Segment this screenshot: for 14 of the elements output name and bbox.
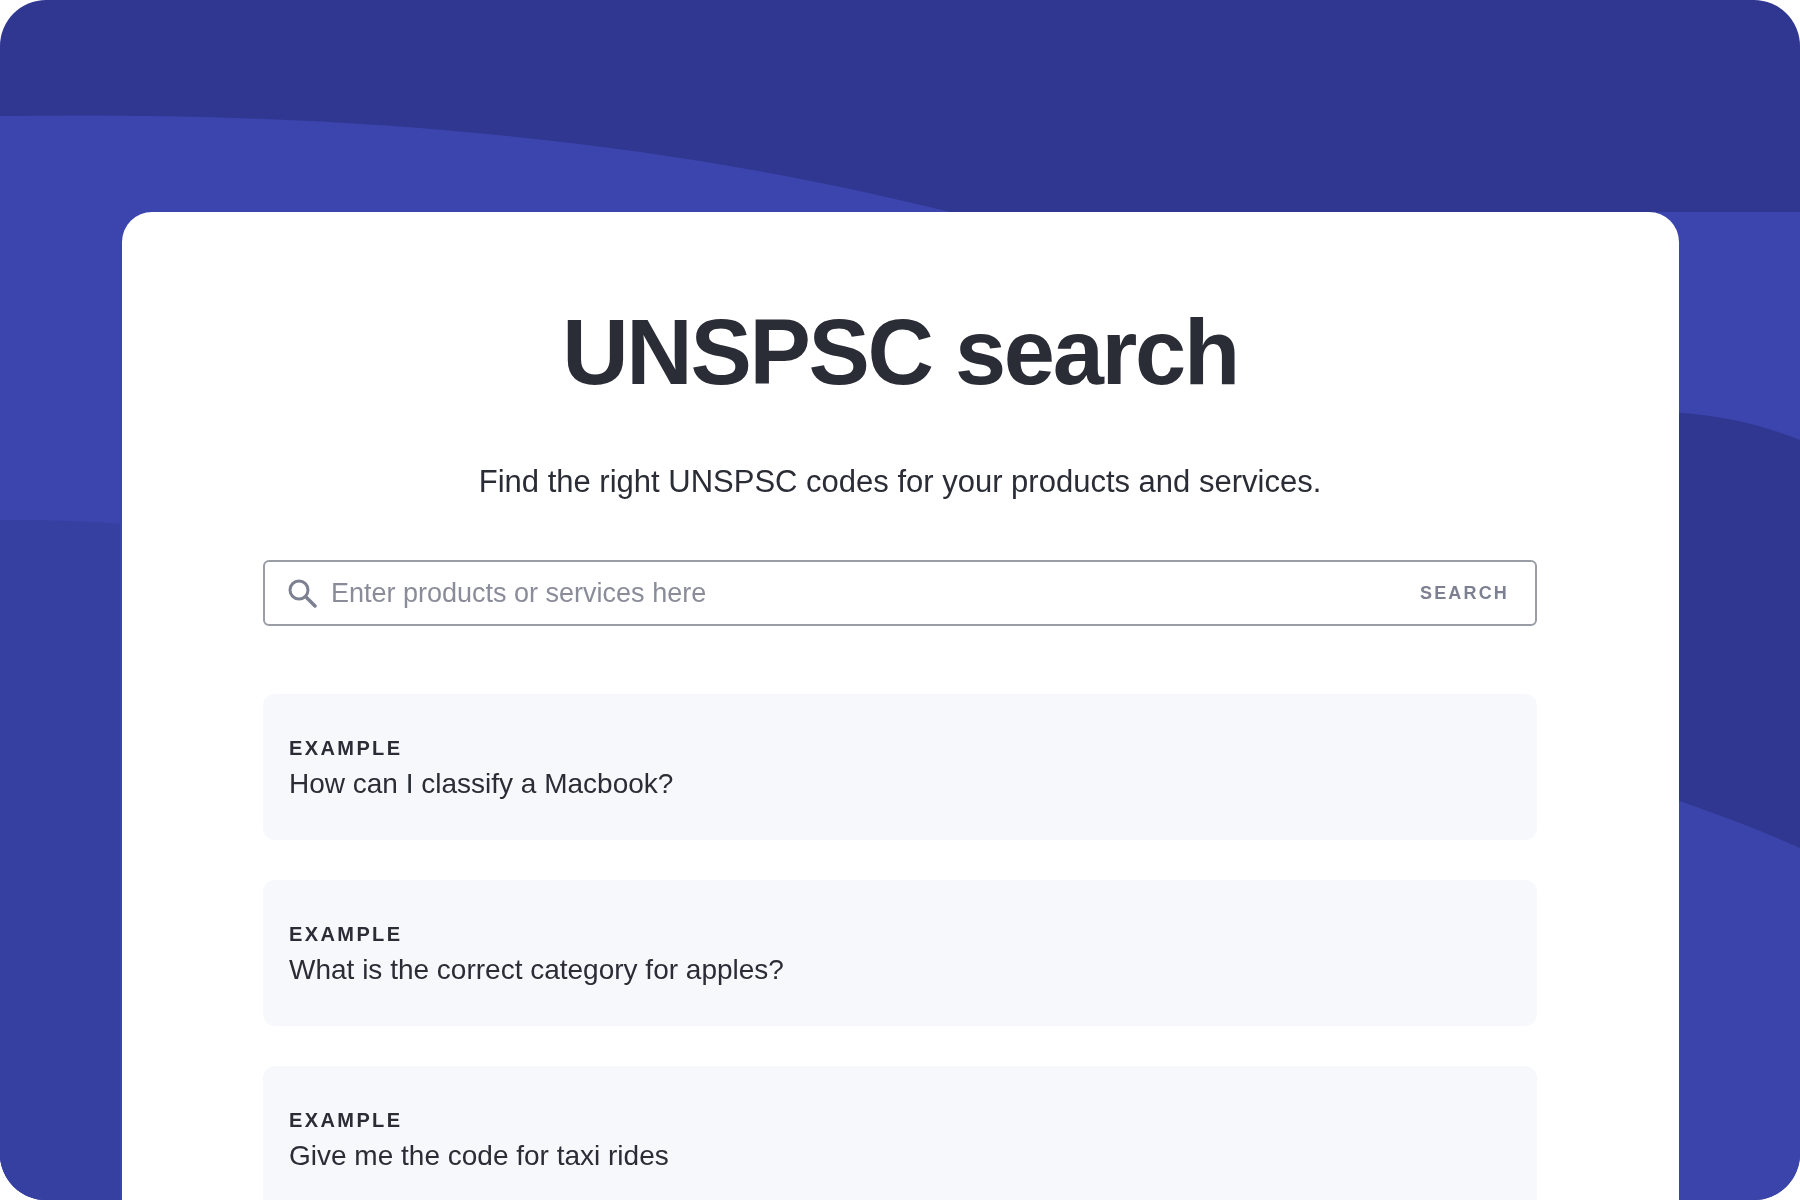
example-question: How can I classify a Macbook?	[289, 767, 674, 801]
example-label: EXAMPLE	[289, 736, 403, 760]
page-title: UNSPSC search	[562, 302, 1238, 402]
example-card[interactable]: EXAMPLE How can I classify a Macbook?	[263, 694, 1537, 840]
subtitle-text: Find the right UNSPSC codes for your products and services.	[478, 463, 1322, 501]
search-icon	[287, 578, 317, 608]
example-label: EXAMPLE	[289, 922, 403, 946]
example-card[interactable]: EXAMPLE What is the correct category for apples?	[263, 880, 1537, 1026]
example-question: What is the correct category for apples?	[289, 953, 784, 987]
example-card[interactable]: EXAMPLE Give me the code for taxi rides	[263, 1066, 1537, 1200]
search-field[interactable]: Enter products or services here SEARCH	[263, 560, 1537, 626]
example-label: EXAMPLE	[289, 1108, 403, 1132]
search-button[interactable]: SEARCH	[1420, 579, 1513, 607]
example-question: Give me the code for taxi rides	[289, 1139, 669, 1173]
